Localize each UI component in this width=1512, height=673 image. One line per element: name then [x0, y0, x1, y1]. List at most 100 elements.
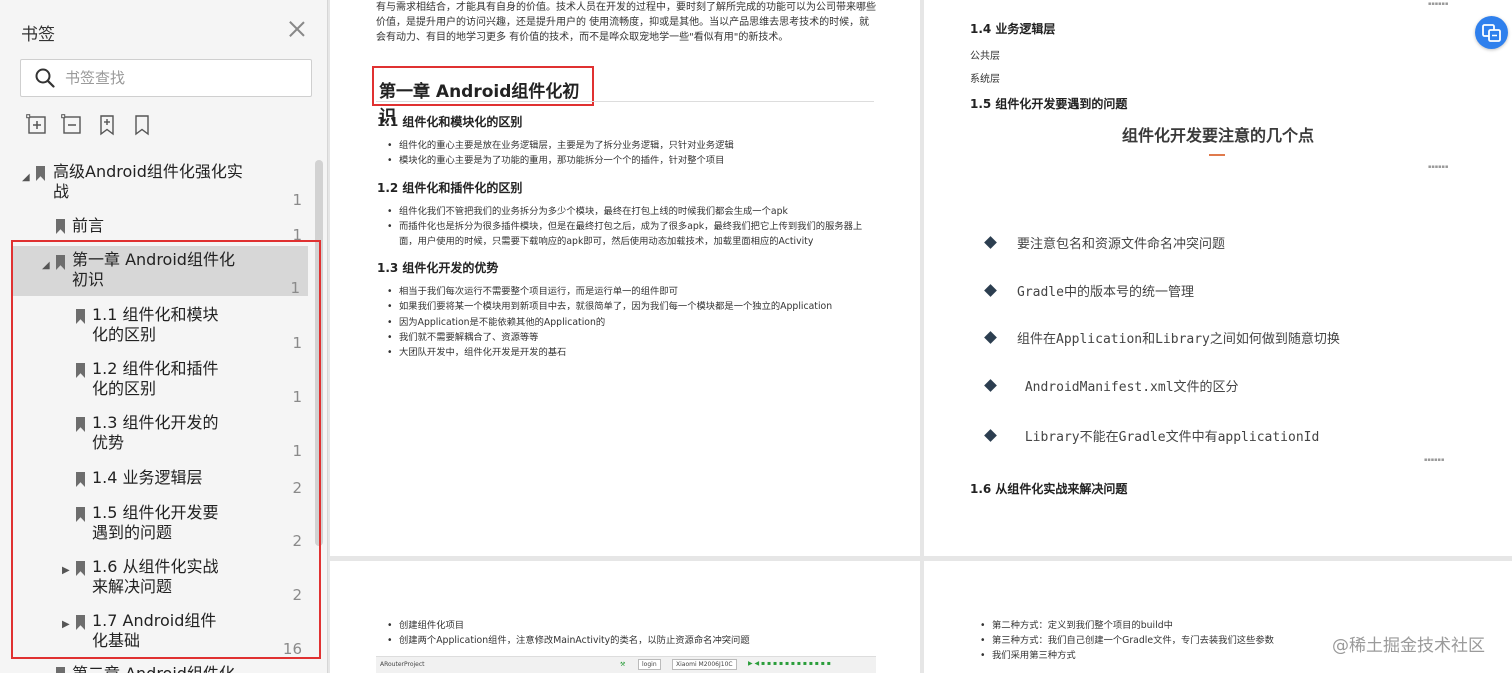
- bookmark-page: 2: [292, 532, 302, 550]
- bookmark-label: 高级Android组件化强化实战: [53, 162, 243, 201]
- ide-project-name: ARouterProject: [380, 661, 425, 668]
- bookmark-panel: 书签 ◢ 高级Android组件化强化实战 1: [0, 0, 328, 673]
- search-icon: [35, 68, 55, 88]
- ide-toolbar-screenshot: ARouterProject ⚒ login Xiaomi M2006J10C …: [376, 656, 876, 673]
- bookmark-page: 1: [292, 442, 302, 460]
- diamond-bullet-icon: [984, 331, 997, 344]
- slide-bullet: AndroidManifest.xml文件的区分: [984, 376, 1239, 395]
- bookmark-flag-icon: [76, 615, 85, 630]
- diamond-bullet-icon: [984, 236, 997, 249]
- section-heading: 1.2 组件化和插件化的区别: [377, 181, 523, 195]
- bullet-item: 模块化的重心主要是为了功能的重用，那功能拆分一个个的插件，针对整个项目: [387, 153, 877, 168]
- document-page: ▪▪▪▪▪▪ 1.4 业务逻辑层 公共层 系统层 1.5 组件化开发要遇到的问题…: [924, 0, 1512, 556]
- section-heading: 1.1 组件化和模块化的区别: [377, 115, 523, 129]
- bullet-item: 因为Application是不能依赖其他的Application的: [387, 315, 877, 330]
- bookmark-page: 1: [292, 226, 302, 244]
- bookmark-item[interactable]: 1.3 组件化开发的优势 1: [0, 413, 314, 461]
- ide-module-select: login: [638, 659, 661, 670]
- section-heading: 1.3 组件化开发的优势: [377, 261, 499, 275]
- body-text: 系统层: [970, 74, 1000, 85]
- panel-title: 书签: [21, 25, 55, 45]
- section-heading: 1.5 组件化开发要遇到的问题: [970, 97, 1128, 111]
- bookmark-flag-icon: [56, 219, 65, 234]
- bookmark-item[interactable]: 1.4 业务逻辑层 2: [0, 468, 314, 497]
- search-input[interactable]: [65, 67, 295, 89]
- watermark: @稀土掘金技术社区: [1332, 636, 1485, 656]
- expanded-arrow-icon[interactable]: ◢: [42, 256, 50, 276]
- bookmark-label: 1.2 组件化和插件化的区别: [92, 359, 219, 398]
- bookmark-label: 1.5 组件化开发要遇到的问题: [92, 503, 219, 542]
- diamond-bullet-icon: [984, 284, 997, 297]
- section-heading: 1.4 业务逻辑层: [970, 22, 1056, 36]
- bullet-item: 组件化的重心主要是放在业务逻辑层，主要是为了拆分业务逻辑，只针对业务逻辑: [387, 138, 877, 153]
- bookmark-item[interactable]: ◢ 高级Android组件化强化实战 1: [0, 162, 314, 209]
- bookmark-item[interactable]: 第二章 Android组件化: [0, 664, 314, 673]
- collapsed-arrow-icon[interactable]: ▶: [62, 615, 70, 635]
- diamond-bullet-icon: [984, 379, 997, 392]
- ide-device-select: Xiaomi M2006J10C: [672, 659, 737, 670]
- collapsed-arrow-icon[interactable]: ▶: [62, 561, 70, 581]
- bookmark-item[interactable]: 1.1 组件化和模块化的区别 1: [0, 305, 314, 353]
- run-icon: ▶ ◀ ▪ ▪ ▪ ▪ ▪ ▪ ▪ ▪ ▪ ▪ ▪ ▪: [748, 660, 831, 667]
- close-icon[interactable]: [286, 18, 308, 40]
- bookmark-page: 1: [292, 334, 302, 352]
- bookmark-label: 1.1 组件化和模块化的区别: [92, 305, 219, 344]
- expand-all-icon[interactable]: [26, 114, 48, 136]
- bullet-item: 我们就不需要解耦合了、资源等等: [387, 330, 877, 345]
- add-bookmark-icon[interactable]: [96, 114, 118, 136]
- bookmark-item[interactable]: 1.2 组件化和插件化的区别 1: [0, 359, 314, 407]
- translate-icon: [1482, 24, 1501, 42]
- document-page: 有与需求相结合，才能具有自身的价值。技术人员在开发的过程中，要时刻了解所完成的功…: [330, 0, 920, 556]
- slide-accent-bar: [1209, 154, 1225, 156]
- sidebar-scrollbar[interactable]: [315, 160, 323, 546]
- translate-button[interactable]: [1475, 16, 1508, 49]
- bookmark-flag-icon: [36, 166, 45, 181]
- bullet-item: 如果我们要将某一个模块用到新项目中去，就很简单了，因为我们每一个模块都是一个独立…: [387, 299, 877, 314]
- collapse-all-icon[interactable]: [61, 114, 83, 136]
- bullet-item: 相当于我们每次运行不需要整个项目运行，而是运行单一的组件即可: [387, 284, 877, 299]
- bookmark-flag-icon: [56, 667, 65, 673]
- bookmark-label: 1.6 从组件化实战来解决问题: [92, 557, 219, 596]
- bullet-item: 创建两个Application组件，注意修改MainActivity的类名，以防…: [387, 633, 877, 648]
- bookmark-label: 1.3 组件化开发的优势: [92, 413, 219, 452]
- slide-bullet: 组件在Application和Library之间如何做到随意切换: [984, 328, 1340, 347]
- bookmark-search[interactable]: [20, 59, 312, 97]
- bookmark-item[interactable]: 1.5 组件化开发要遇到的问题 2: [0, 503, 314, 551]
- bookmark-item-selected[interactable]: ◢ 第一章 Android组件化初识 1: [12, 246, 308, 297]
- bookmark-item[interactable]: ▶ 1.6 从组件化实战来解决问题 2: [0, 557, 314, 605]
- bookmark-flag-icon: [56, 255, 65, 270]
- slide-title: 组件化开发要注意的几个点: [1121, 126, 1314, 145]
- bookmark-page: 2: [292, 479, 302, 497]
- bookmark-flag-icon: [76, 309, 85, 324]
- bookmark-label: 1.7 Android组件化基础: [92, 611, 217, 650]
- page-header-mark: ▪▪▪▪▪▪: [1428, 1, 1449, 7]
- slide-bullet: Gradle中的版本号的统一管理: [984, 281, 1194, 300]
- document-page: 第二种方式：定义到我们整个项目的build中 第三种方式：我们自己创建一个Gra…: [924, 561, 1512, 673]
- slide-footer-mark: ▪▪▪▪▪▪: [1424, 457, 1445, 463]
- bookmark-label: 第一章 Android组件化初识: [72, 250, 235, 289]
- bullet-item: 创建组件化项目: [387, 618, 877, 633]
- bookmark-page: 2: [292, 586, 302, 604]
- slide-bullet: Library不能在Gradle文件中有applicationId: [984, 426, 1319, 445]
- bookmark-flag-icon: [76, 472, 85, 487]
- bookmark-page: 1: [292, 191, 302, 209]
- section-heading: 1.6 从组件化实战来解决问题: [970, 482, 1128, 496]
- bookmark-item[interactable]: ▶ 1.7 Android组件化基础 16: [0, 611, 314, 659]
- bookmark-page: 1: [292, 388, 302, 406]
- body-text: 公共层: [970, 51, 1000, 62]
- bullet-item: 组件化我们不管把我们的业务拆分为多少个模块，最终在打包上线的时候我们都会生成一个…: [387, 204, 877, 219]
- hammer-icon: ⚒: [620, 661, 626, 668]
- bookmark-page: 1: [290, 279, 300, 297]
- bookmark-label: 1.4 业务逻辑层: [92, 468, 203, 487]
- intro-paragraph: 有与需求相结合，才能具有自身的价值。技术人员在开发的过程中，要时刻了解所完成的功…: [376, 2, 876, 43]
- bookmark-flag-icon: [76, 417, 85, 432]
- bookmark-flag-icon: [76, 363, 85, 378]
- divider: [376, 101, 874, 102]
- bookmark-item[interactable]: 前言 1: [0, 216, 314, 244]
- expanded-arrow-icon[interactable]: ◢: [22, 168, 30, 188]
- chapter-title: 第一章 Android组件化初识: [372, 66, 594, 127]
- slide-bullet: 要注意包名和资源文件命名冲突问题: [984, 233, 1225, 252]
- slide-header-mark: ▪▪▪▪▪▪: [1428, 164, 1449, 170]
- bookmark-icon[interactable]: [131, 114, 153, 136]
- bookmark-label: 前言: [72, 216, 105, 235]
